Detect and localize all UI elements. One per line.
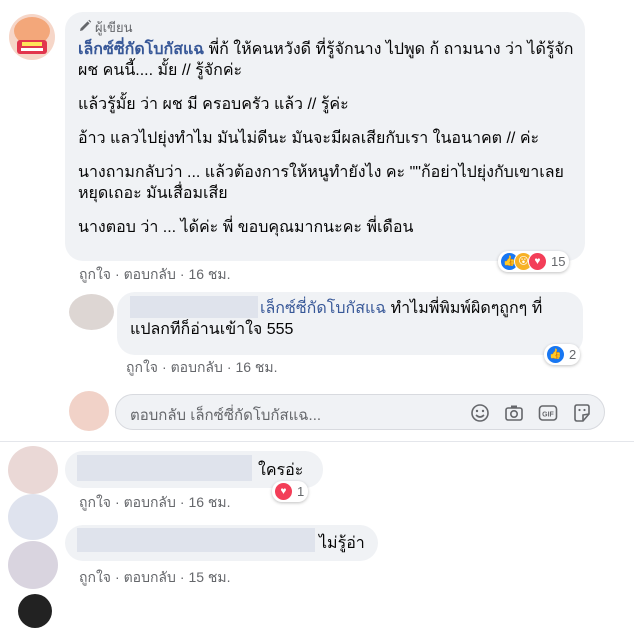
divider (0, 441, 634, 442)
reply-input-placeholder: ตอบกลับ เล็กซ์ซี่กัดโบกัสแฉ... (130, 407, 322, 424)
reaction-count: 1 (297, 484, 305, 499)
comment-text: ไม่รู้อ่า (319, 535, 365, 552)
like-icon: 👍 (546, 345, 565, 364)
commenter-avatar[interactable] (8, 494, 58, 540)
pencil-icon (78, 19, 92, 36)
svg-text:GIF: GIF (542, 412, 554, 419)
comment-text: ใครอ่ะ (258, 462, 304, 479)
commenter-avatar[interactable] (8, 446, 58, 494)
main-comment-paragraph: อ้าว แลวไปยุ่งทำไม มันไม่ดีนะ มันจะมีผลเ… (78, 130, 540, 147)
like-button[interactable]: ถูกใจ (79, 494, 111, 510)
reply-input[interactable]: ตอบกลับ เล็กซ์ซี่กัดโบกัสแฉ... GIF (115, 394, 605, 430)
comment-time[interactable]: 16 ชม. (235, 359, 277, 375)
reply-actions: ถูกใจ · ตอบกลับ · 16 ชม. (126, 359, 278, 375)
love-icon: ♥ (274, 482, 293, 501)
commenter-avatar[interactable] (8, 541, 58, 589)
author-badge: ผู้เขียน (78, 17, 132, 38)
love-icon: ♥ (528, 252, 547, 271)
comment-actions: ถูกใจ · ตอบกลับ · 15 ชม. (79, 569, 231, 585)
redacted-name (77, 528, 315, 552)
commenter-avatar[interactable] (18, 594, 52, 628)
like-button[interactable]: ถูกใจ (79, 266, 111, 282)
redacted-name (77, 455, 252, 481)
main-comment-paragraph: นางถามกลับว่า ... แล้วต้องการให้หนูทำยัง… (78, 164, 564, 202)
like-button[interactable]: ถูกใจ (79, 569, 111, 585)
main-comment-paragraph: แล้วรู้มั้ย ว่า ผช มี ครอบครัว แล้ว // ร… (78, 96, 349, 113)
author-avatar[interactable] (9, 14, 55, 60)
camera-icon[interactable] (504, 403, 524, 428)
comment-time[interactable]: 16 ชม. (188, 494, 230, 510)
comment-time[interactable]: 16 ชม. (188, 266, 230, 282)
author-badge-label: ผู้เขียน (95, 20, 133, 35)
reply-tag[interactable]: เล็กซ์ซี่กัดโบกัสแฉ (260, 300, 386, 317)
reply-button[interactable]: ตอบกลับ (124, 266, 176, 282)
comment-reactions[interactable]: ♥ 1 (272, 481, 309, 502)
reaction-count: 15 (551, 254, 566, 269)
comment-actions: ถูกใจ · ตอบกลับ · 16 ชม. (79, 494, 231, 510)
reply-button[interactable]: ตอบกลับ (124, 569, 176, 585)
sticker-icon[interactable] (572, 403, 592, 428)
main-comment-actions: ถูกใจ · ตอบกลับ · 16 ชม. (79, 266, 231, 282)
main-comment-paragraph: นางตอบ ว่า ... ได้ค่ะ พี่ ขอบคุณมากนะคะ … (78, 219, 414, 236)
reply-button[interactable]: ตอบกลับ (124, 494, 176, 510)
main-comment-reactions[interactable]: 👍 😮 ♥ 15 (498, 251, 570, 272)
gif-icon[interactable]: GIF (538, 403, 558, 428)
reply-reactions[interactable]: 👍 2 (544, 344, 581, 365)
like-button[interactable]: ถูกใจ (126, 359, 158, 375)
reply-button[interactable]: ตอบกลับ (171, 359, 223, 375)
reply-avatar[interactable] (69, 294, 114, 330)
current-user-avatar (69, 391, 109, 431)
emoji-icon[interactable] (470, 403, 490, 428)
comment-author-name[interactable]: เล็กซ์ซี่กัดโบกัสแฉ (78, 41, 204, 58)
comment-time[interactable]: 15 ชม. (188, 569, 230, 585)
reaction-count: 2 (569, 347, 577, 362)
main-comment-body: เล็กซ์ซี่กัดโบกัสแฉ พี่ก้ ให้คนหวังดี ที… (78, 39, 578, 238)
reply-body: เล็กซ์ซี่กัดโบกัสแฉ ทำไมพี่พิมพ์ผิดๆถูกๆ… (130, 298, 578, 340)
